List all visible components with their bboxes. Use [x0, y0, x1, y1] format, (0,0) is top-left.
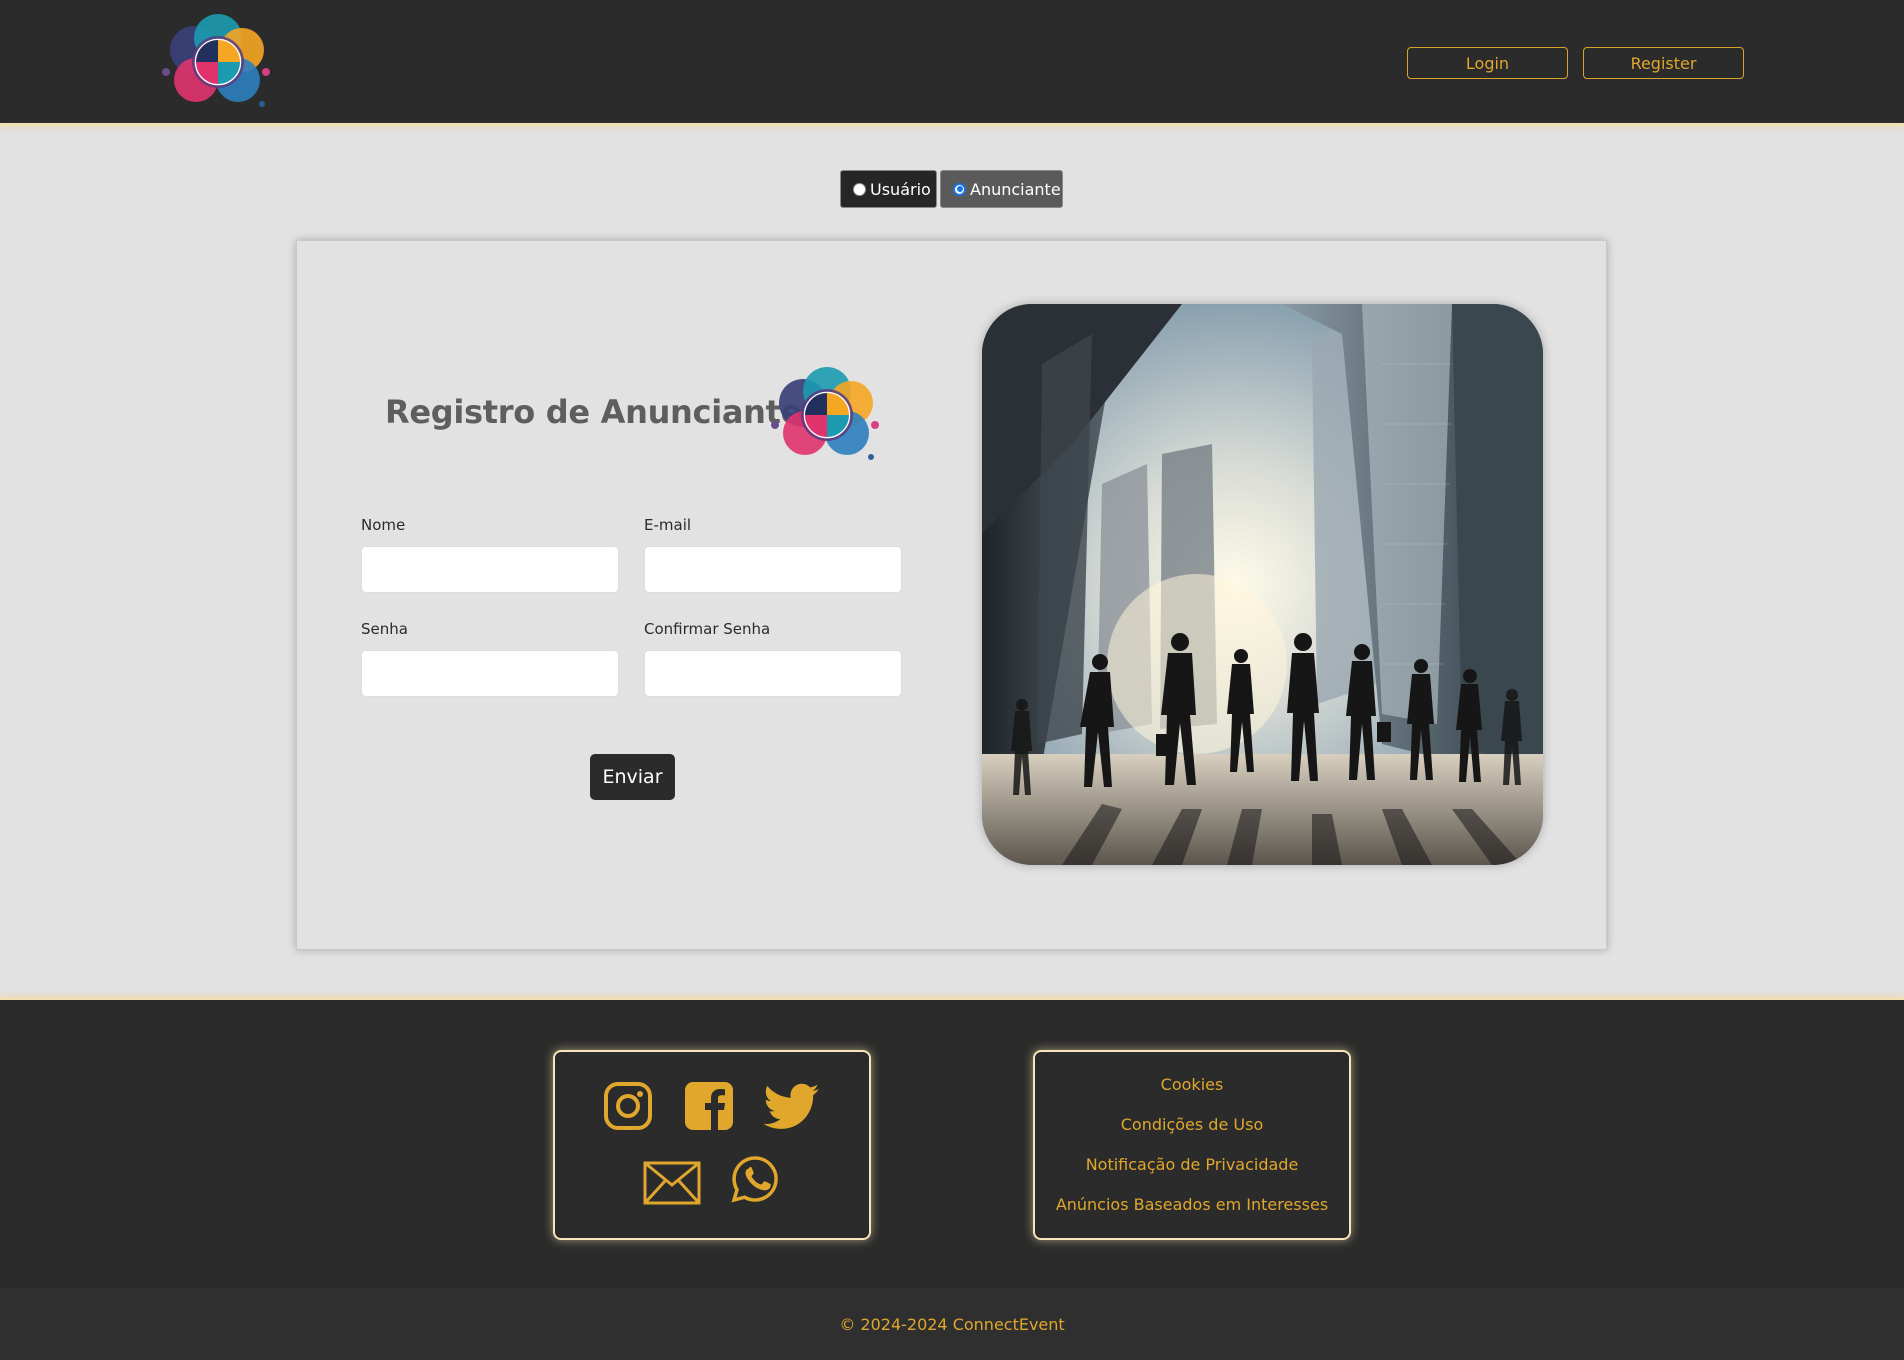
form-title: Registro de Anunciante	[385, 393, 803, 431]
site-footer: Cookies Condições de Uso Notificação de …	[0, 997, 1904, 1288]
password-label: Senha	[361, 620, 408, 638]
name-input[interactable]	[361, 546, 619, 593]
email-input[interactable]	[644, 546, 902, 593]
confirm-password-label: Confirmar Senha	[644, 620, 771, 638]
facebook-icon[interactable]	[684, 1081, 734, 1131]
login-button[interactable]: Login	[1407, 47, 1568, 79]
confirm-password-input[interactable]	[644, 650, 902, 697]
footer-link-privacy[interactable]: Notificação de Privacidade	[1035, 1155, 1349, 1174]
twitter-icon[interactable]	[763, 1083, 821, 1131]
role-option-label: Usuário	[870, 179, 931, 199]
city-business-photo	[982, 304, 1543, 865]
site-header: Login Register	[0, 0, 1904, 126]
whatsapp-icon[interactable]	[731, 1155, 779, 1203]
instagram-icon[interactable]	[603, 1081, 653, 1131]
email-label: E-mail	[644, 516, 692, 534]
registration-card: Registro de Anunciante Nome E-mail Senha…	[296, 240, 1607, 950]
password-input[interactable]	[361, 650, 619, 697]
connectevent-logo[interactable]	[158, 12, 276, 112]
footer-link-terms[interactable]: Condições de Uso	[1035, 1115, 1349, 1134]
role-option-usuario[interactable]: Usuário	[840, 170, 937, 208]
role-option-anunciante[interactable]: Anunciante	[940, 170, 1063, 208]
register-button[interactable]: Register	[1583, 47, 1744, 79]
copyright-bar: © 2024-2024 ConnectEvent	[0, 1288, 1904, 1360]
copyright-text: © 2024-2024 ConnectEvent	[839, 1314, 1065, 1334]
social-links-box	[553, 1050, 871, 1240]
legal-links-box: Cookies Condições de Uso Notificação de …	[1033, 1050, 1351, 1240]
connectevent-logo	[771, 367, 879, 460]
footer-link-cookies[interactable]: Cookies	[1035, 1075, 1349, 1094]
name-label: Nome	[361, 516, 406, 534]
footer-link-interest-ads[interactable]: Anúncios Baseados em Interesses	[1035, 1195, 1349, 1214]
usuario-radio[interactable]	[853, 182, 866, 196]
submit-button[interactable]: Enviar	[590, 754, 675, 800]
role-option-label: Anunciante	[970, 179, 1061, 199]
email-icon[interactable]	[643, 1161, 701, 1205]
anunciante-radio[interactable]	[953, 182, 966, 196]
role-toggle: Usuário Anunciante	[840, 170, 1063, 208]
